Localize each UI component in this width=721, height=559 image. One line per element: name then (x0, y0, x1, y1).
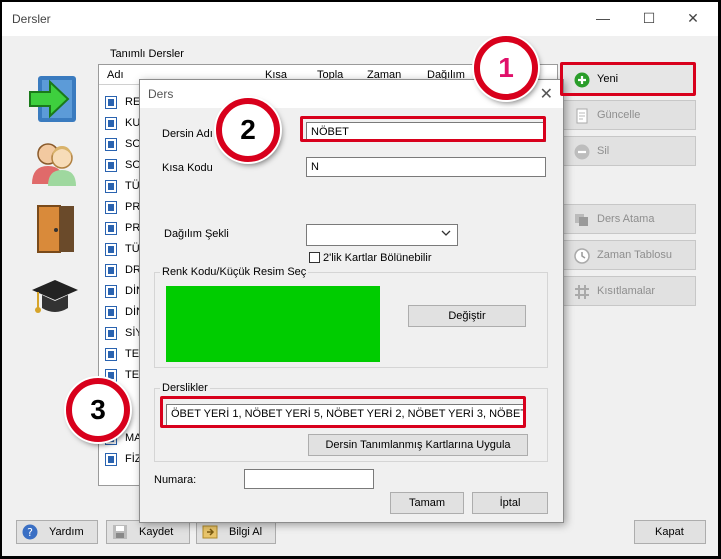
title-bar: Dersler — ☐ ✕ (2, 2, 718, 36)
cards-icon (574, 212, 590, 228)
color-group-label: Renk Kodu/Küçük Resim Seç (160, 266, 309, 278)
number-label: Numara: (154, 474, 197, 486)
update-button-label: Güncelle (597, 109, 641, 121)
lesson-icon (105, 285, 117, 298)
import-icon (202, 524, 218, 543)
assign-button-label: Ders Atama (597, 213, 655, 225)
delete-button-label: Sil (597, 145, 610, 157)
lesson-icon (105, 327, 117, 340)
close-button[interactable]: ✕ (670, 2, 716, 34)
graduation-cap-icon[interactable] (28, 272, 82, 322)
lesson-icon (105, 117, 117, 130)
lesson-icon (105, 159, 117, 172)
svg-text:?: ? (27, 526, 33, 539)
lesson-icon (105, 96, 117, 109)
short-code-label: Kısa Kodu (162, 162, 213, 174)
maximize-button[interactable]: ☐ (626, 2, 672, 34)
window-title: Dersler (12, 12, 51, 26)
ok-button[interactable]: Tamam (390, 492, 464, 514)
save-icon (112, 524, 128, 543)
list-section-label: Tanımlı Dersler (110, 48, 184, 60)
color-swatch[interactable] (166, 286, 380, 362)
help-button[interactable]: ? Yardım (16, 520, 98, 544)
change-button[interactable]: Değiştir (408, 305, 526, 327)
name-label: Dersin Adı (162, 128, 213, 140)
callout-1: 1 (474, 36, 538, 100)
constraints-button[interactable]: Kısıtlamalar (562, 276, 696, 306)
short-code-field[interactable]: N (306, 157, 546, 177)
column-header[interactable]: Adı (107, 69, 124, 81)
lesson-icon (105, 264, 117, 277)
highlight-classrooms-field (160, 396, 526, 428)
lessons-group-label: Derslikler (160, 382, 210, 394)
delete-button[interactable]: Sil (562, 136, 696, 166)
help-icon: ? (22, 524, 38, 543)
people-icon[interactable] (28, 138, 82, 188)
timetable-button[interactable]: Zaman Tablosu (562, 240, 696, 270)
lesson-icon (105, 222, 117, 235)
save-button[interactable]: Kaydet (106, 520, 190, 544)
lesson-icon (105, 348, 117, 361)
lesson-icon (105, 201, 117, 214)
dialog-close-button[interactable]: ✕ (540, 84, 553, 104)
cancel-button[interactable]: İptal (472, 492, 548, 514)
chevron-down-icon (441, 228, 451, 241)
callout-2: 2 (216, 98, 280, 162)
assign-button[interactable]: Ders Atama (562, 204, 696, 234)
apply-button[interactable]: Dersin Tanımlanmış Kartlarına Uygula (308, 434, 528, 456)
distribution-label: Dağılım Şekli (164, 228, 229, 240)
close-dialog-button[interactable]: Kapat (634, 520, 706, 544)
dialog-title: Ders (148, 87, 174, 101)
minus-icon (574, 144, 590, 160)
lesson-icon (105, 138, 117, 151)
document-icon (574, 108, 590, 124)
minimize-button[interactable]: — (580, 2, 626, 34)
highlight-name-field (300, 116, 546, 142)
door-icon[interactable] (28, 204, 82, 254)
timetable-button-label: Zaman Tablosu (597, 249, 673, 261)
split-checkbox-label: 2'lik Kartlar Bölünebilir (323, 252, 432, 264)
lesson-icon (105, 180, 117, 193)
grid-icon (574, 284, 590, 300)
update-button[interactable]: Güncelle (562, 100, 696, 130)
close-button-label: Kapat (655, 526, 684, 538)
main-window: Dersler — ☐ ✕ Tanımlı Dersler Adı Kısa T… (2, 2, 718, 556)
distribution-select[interactable] (306, 224, 458, 246)
info-button-label: Bilgi Al (229, 526, 263, 538)
save-button-label: Kaydet (139, 526, 174, 538)
highlight-new-button (560, 62, 696, 96)
callout-3: 3 (66, 378, 130, 442)
lesson-icon (105, 453, 117, 466)
constraints-button-label: Kısıtlamalar (597, 285, 656, 297)
split-checkbox[interactable] (309, 252, 320, 263)
lesson-icon (105, 306, 117, 319)
arrow-icon[interactable] (28, 74, 82, 124)
help-button-label: Yardım (49, 526, 84, 538)
info-button[interactable]: Bilgi Al (196, 520, 276, 544)
lesson-icon (105, 243, 117, 256)
lesson-dialog: Ders ✕ Dersin Adı NÖBET Kısa Kodu N Dağı… (139, 79, 564, 523)
clock-icon (574, 248, 590, 264)
number-field[interactable] (244, 469, 374, 489)
